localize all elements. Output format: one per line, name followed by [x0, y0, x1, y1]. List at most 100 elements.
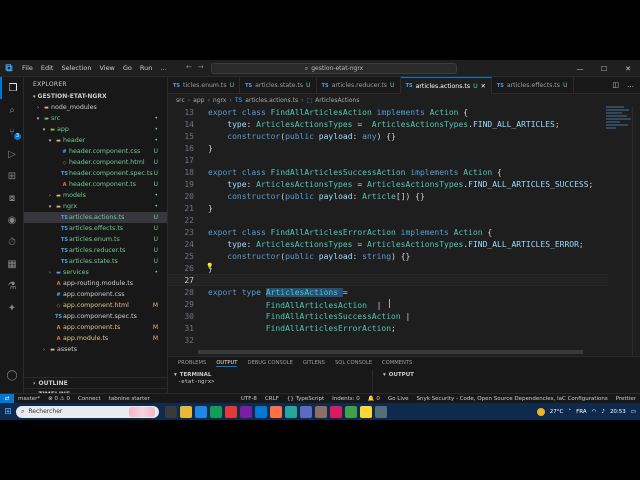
windows-start-icon[interactable]: ⊞: [0, 403, 16, 420]
tree-item[interactable]: ◇ header.component.html U: [24, 157, 167, 168]
project-root[interactable]: ▾ GESTION-ETAT-NGRX: [24, 91, 167, 102]
search-icon[interactable]: ⌕: [0, 99, 24, 121]
code-line[interactable]: 18 export class FindAllArticlesSuccessAct…: [168, 166, 608, 178]
source-control-icon[interactable]: ⑂ 3: [0, 121, 24, 143]
more-actions-icon[interactable]: …: [627, 81, 634, 89]
tree-item[interactable]: ◇ app.component.html M: [24, 300, 167, 311]
tree-item[interactable]: # header.component.css U: [24, 146, 167, 157]
status-item[interactable]: {} TypeScript: [283, 396, 328, 402]
weather-icon[interactable]: [536, 407, 545, 416]
testing-icon[interactable]: ⚗: [0, 275, 24, 297]
code-line[interactable]: 30 FindAllArticlesSuccessAction |: [168, 310, 608, 322]
explorer-icon[interactable]: ❐: [0, 77, 24, 99]
tree-item[interactable]: ▾ ▬ src •: [24, 113, 167, 124]
status-item[interactable]: Prettier: [612, 396, 640, 402]
tree-item[interactable]: › ▬ services •: [24, 267, 167, 278]
status-item[interactable]: 🔔 0: [364, 396, 384, 402]
code-line[interactable]: 31 FindAllArticlesErrorAction;: [168, 322, 608, 334]
code-line[interactable]: 17: [168, 154, 608, 166]
taskbar-search[interactable]: ⌕ Rechercher: [16, 405, 159, 418]
menu-item-view[interactable]: View: [95, 64, 118, 72]
panel-tab-sql-console[interactable]: SQL CONSOLE: [335, 360, 372, 366]
status-item[interactable]: Go Live: [384, 396, 413, 402]
chrome-browser-icon[interactable]: [210, 405, 222, 418]
code-editor[interactable]: 13 export class FindAllArticlesAction imp…: [168, 106, 640, 356]
app-icon-purple[interactable]: [240, 405, 252, 418]
tree-item[interactable]: TS header.component.spec.ts U: [24, 168, 167, 179]
temperature[interactable]: 27°C: [550, 409, 564, 415]
editor-vertical-scrollbar[interactable]: [632, 106, 640, 356]
breadcrumb-item[interactable]: src: [176, 97, 185, 104]
split-editor-icon[interactable]: ◫: [612, 81, 619, 89]
run-debug-icon[interactable]: ▷: [0, 143, 24, 165]
code-line[interactable]: 22: [168, 214, 608, 226]
file-explorer-icon[interactable]: [180, 405, 192, 418]
tree-item[interactable]: Aapp.component.ts M: [24, 322, 167, 333]
status-item[interactable]: Connect: [74, 396, 105, 402]
menu-item-selection[interactable]: Selection: [57, 64, 95, 72]
code-line[interactable]: 28 export type ArticlesActions =: [168, 286, 608, 298]
menu-item-file[interactable]: File: [18, 64, 37, 72]
tree-item[interactable]: › ▬ node_modules: [24, 102, 167, 113]
tree-item[interactable]: ▾ ▬ ngrx •: [24, 201, 167, 212]
tree-item[interactable]: TS articles.reducer.ts U: [24, 245, 167, 256]
tree-item[interactable]: ▾ ▬ app •: [24, 124, 167, 135]
terminal-header[interactable]: ▾ TERMINAL: [174, 370, 372, 379]
status-item[interactable]: Indents: 0: [328, 396, 364, 402]
tab-articles-state-ts[interactable]: TS articles.state.ts U: [240, 77, 317, 94]
status-item[interactable]: ⊗ 0 ⚠ 0: [44, 396, 74, 402]
app-icon-green[interactable]: [345, 405, 357, 418]
task-view-icon[interactable]: [165, 405, 177, 418]
maximize-icon[interactable]: ☐: [592, 60, 616, 77]
code-line[interactable]: 32: [168, 334, 608, 346]
app-icon-pink[interactable]: [330, 405, 342, 418]
code-line[interactable]: 19 type: ArticlesActionsTypes = Articles…: [168, 178, 608, 190]
app-icon-indigo[interactable]: [300, 405, 312, 418]
account-icon[interactable]: ◯: [0, 364, 24, 386]
docker-icon[interactable]: ▦: [0, 253, 24, 275]
vscode-taskbar-icon[interactable]: [255, 405, 267, 418]
code-line[interactable]: 13 export class FindAllArticlesAction imp…: [168, 106, 608, 118]
tree-item[interactable]: # app.component.css: [24, 289, 167, 300]
tree-item[interactable]: TS articles.actions.ts U: [24, 212, 167, 223]
tree-item[interactable]: TS articles.effects.ts U: [24, 223, 167, 234]
command-center[interactable]: ⌕ gestion-etat-ngrx: [211, 63, 457, 74]
status-item[interactable]: master*: [14, 396, 44, 402]
code-line[interactable]: 29 FindAllArticlesAction |: [168, 298, 608, 310]
extensions-icon[interactable]: ⊞: [0, 165, 24, 187]
volume-icon[interactable]: ♪: [601, 409, 605, 415]
menu-item-more[interactable]: …: [156, 64, 171, 72]
close-icon[interactable]: ✕: [616, 60, 640, 77]
status-item[interactable]: UTF-8: [237, 396, 261, 402]
tree-item[interactable]: TS articles.enum.ts U: [24, 234, 167, 245]
panel-tab-gitlens[interactable]: GITLENS: [303, 360, 325, 366]
tree-item[interactable]: Aapp-routing.module.ts: [24, 278, 167, 289]
lightbulb-icon[interactable]: 💡: [206, 263, 213, 270]
tree-item[interactable]: › ▬ models •: [24, 190, 167, 201]
snyk-icon[interactable]: ✦: [0, 297, 24, 319]
panel-tab-debug-console[interactable]: DEBUG CONSOLE: [247, 360, 292, 366]
code-line[interactable]: 20 constructor(public payload: Article[]…: [168, 190, 608, 202]
menu-item-run[interactable]: Run: [136, 64, 156, 72]
app-icon-orange[interactable]: [270, 405, 282, 418]
breadcrumb-item[interactable]: articles.actions.ts: [245, 97, 298, 104]
minimize-icon[interactable]: —: [568, 60, 592, 77]
code-line[interactable]: 27: [168, 274, 608, 286]
app-icon-gray[interactable]: [375, 405, 387, 418]
code-line[interactable]: 21}: [168, 202, 608, 214]
tab-ticles-enum-ts[interactable]: TS ticles.enum.ts U: [168, 77, 241, 94]
tree-item[interactable]: ▾ ▬ header •: [24, 135, 167, 146]
gitlens-icon[interactable]: ◉: [0, 209, 24, 231]
tree-item[interactable]: TS app.component.spec.ts: [24, 311, 167, 322]
app-icon-teal[interactable]: [285, 405, 297, 418]
code-line[interactable]: 16}: [168, 142, 608, 154]
panel-tab-comments[interactable]: COMMENTS: [382, 360, 412, 366]
panel-tab-problems[interactable]: PROBLEMS: [178, 360, 206, 366]
tab-articles-reducer-ts[interactable]: TS articles.reducer.ts U: [317, 77, 401, 94]
timeline-icon[interactable]: ⏱: [0, 231, 24, 253]
notification-icon[interactable]: ▭: [631, 409, 636, 415]
nav-arrows-icon[interactable]: ←→: [186, 63, 210, 71]
tree-item[interactable]: Aapp.module.ts M: [24, 333, 167, 344]
breadcrumb-item[interactable]: app: [193, 97, 204, 104]
chevron-up-icon[interactable]: ˄: [568, 409, 571, 415]
